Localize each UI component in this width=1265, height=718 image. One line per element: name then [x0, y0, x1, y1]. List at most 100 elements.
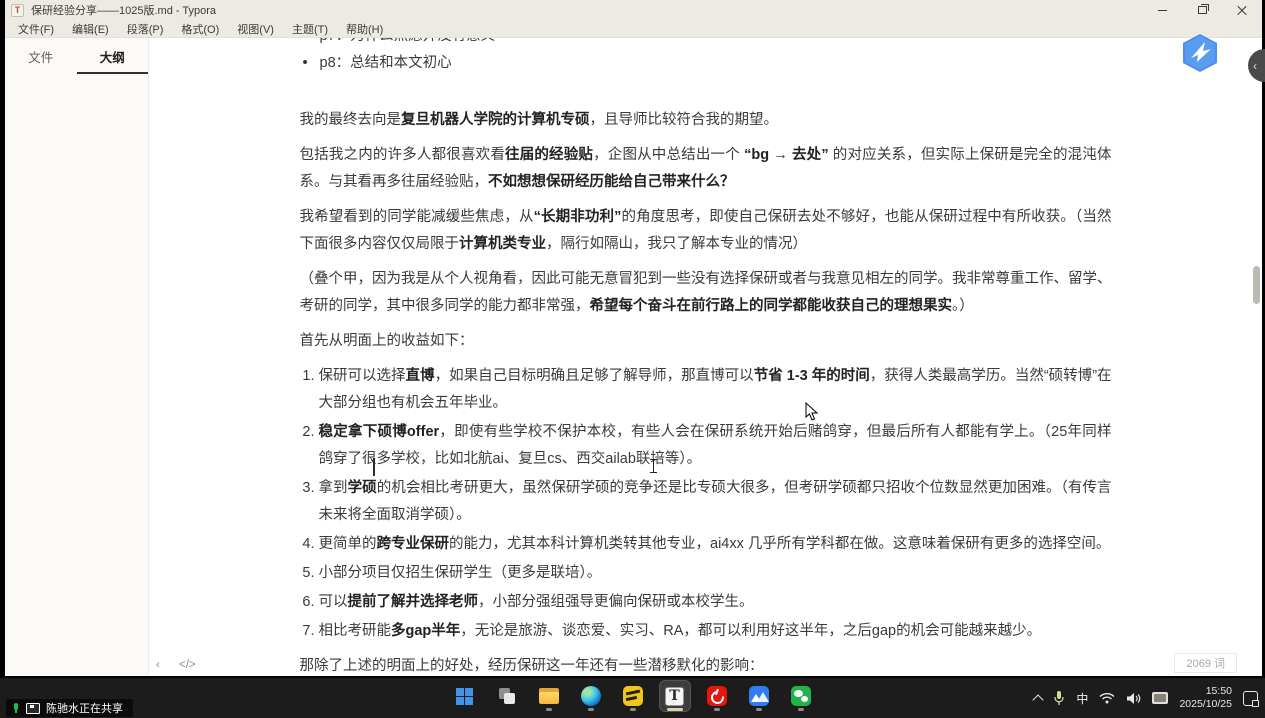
menu-view[interactable]: 视图(V) — [228, 21, 283, 37]
screen-share-icon — [26, 703, 40, 714]
menu-format[interactable]: 格式(O) — [172, 21, 228, 37]
mic-on-icon — [12, 703, 20, 714]
list-item-text: 拿到学硕的机会相比考研更大，虽然保研学硕的竞争还是比专硕大很多，但考研学硕都只招… — [319, 475, 1112, 529]
yellow-app-icon — [623, 686, 643, 706]
list-number: 6. — [300, 589, 315, 616]
list-item[interactable]: 1. 保研可以选择直博，如果自己目标明确且足够了解导师，那直博可以节省 1-3 … — [300, 363, 1112, 417]
bullet-icon — [300, 50, 320, 77]
tray-time: 15:50 — [1179, 685, 1232, 698]
editor-viewport[interactable]: p7：为什么焦虑并没有意义 p8：总结和本文初心 我的最终去向是复旦机器人学院的… — [149, 38, 1262, 676]
list-number: 3. — [300, 475, 315, 529]
screen-sharing-banner: 陈驰水正在共享 — [6, 699, 133, 717]
list-item[interactable]: p7：为什么焦虑并没有意义 — [300, 38, 1112, 50]
list-item[interactable]: 7. 相比考研能多gap半年，无论是旅游、谈恋爱、实习、RA，都可以利用好这半年… — [300, 618, 1112, 645]
list-item-text: 稳定拿下硕博offer，即使有些学校不保护本校，有些人会在保研系统开始后赌鸽穿，… — [319, 419, 1112, 473]
clock[interactable]: 15:50 2025/10/25 — [1179, 685, 1232, 711]
sidebar-toggle-icon[interactable]: ‹ — [156, 659, 160, 671]
list-number: 4. — [300, 531, 315, 558]
list-number: 1. — [300, 363, 315, 417]
typora-app-icon: T — [11, 4, 24, 17]
list-item[interactable]: 2. 稳定拿下硕博offer，即使有些学校不保护本校，有些人会在保研系统开始后赌… — [300, 419, 1112, 473]
restore-icon — [1198, 6, 1207, 14]
list-item[interactable]: p8：总结和本文初心 — [300, 50, 1112, 77]
word-count: 2069 词 — [1174, 653, 1237, 673]
paragraph[interactable]: 包括我之内的许多人都很喜欢看往届的经验贴，企图从中总结出一个 “bg → 去处”… — [300, 142, 1112, 196]
chevron-left-icon: ‹ — [1253, 59, 1257, 73]
minimize-button[interactable] — [1142, 0, 1182, 20]
running-indicator — [756, 708, 762, 711]
sharing-status-text: 陈驰水正在共享 — [46, 700, 123, 716]
bird-logo-icon — [1179, 32, 1221, 74]
paragraph[interactable]: 我的最终去向是复旦机器人学院的计算机专硕，且导师比较符合我的期望。 — [300, 107, 1112, 134]
blue-bird-hexagon-logo[interactable] — [1179, 32, 1221, 74]
list-item[interactable]: 6. 可以提前了解并选择老师，小部分强组强导更偏向保研或本校学生。 — [300, 589, 1112, 616]
list-item[interactable]: 5. 小部分项目仅招生保研学生（更多是联培）。 — [300, 560, 1112, 587]
running-indicator — [714, 708, 720, 711]
list-item-text: p7：为什么焦虑并没有意义 — [320, 38, 496, 50]
menu-help[interactable]: 帮助(H) — [337, 21, 392, 37]
typora-icon: T — [664, 686, 685, 707]
text-caret — [373, 458, 375, 476]
task-view-button[interactable] — [492, 681, 522, 711]
tray-expand-icon[interactable] — [1033, 694, 1044, 705]
running-indicator — [667, 708, 683, 711]
restore-button[interactable] — [1182, 0, 1222, 20]
wifi-icon[interactable] — [1099, 692, 1115, 704]
tray-date: 2025/10/25 — [1179, 698, 1232, 711]
paragraph[interactable]: （叠个甲，因为我是从个人视角看，因此可能无意冒犯到一些没有选择保研或者与我意见相… — [300, 266, 1112, 320]
window-controls — [1142, 0, 1262, 20]
wechat-button[interactable] — [786, 681, 816, 711]
menu-theme[interactable]: 主题(T) — [283, 21, 337, 37]
windows-start-icon — [456, 688, 473, 705]
screen: T 保研经验分享——1025版.md - Typora 文件(F) 编辑(E) … — [0, 0, 1265, 718]
list-number: 7. — [300, 618, 315, 645]
folder-icon — [539, 688, 559, 704]
blue-mountain-app-button[interactable] — [744, 681, 774, 711]
source-code-mode-icon[interactable]: </> — [179, 659, 196, 671]
running-indicator — [588, 708, 594, 711]
menu-paragraph[interactable]: 段落(P) — [118, 21, 173, 37]
list-number: 5. — [300, 560, 315, 587]
list-item-text: 更简单的跨专业保研的能力，尤其本科计算机类转其他专业，ai4xx 几乎所有学科都… — [319, 531, 1112, 558]
microphone-icon[interactable] — [1053, 690, 1065, 706]
netease-music-button[interactable] — [702, 681, 732, 711]
file-explorer-button[interactable] — [534, 681, 564, 711]
menu-file[interactable]: 文件(F) — [9, 21, 63, 37]
edge-browser-button[interactable] — [576, 681, 606, 711]
document-body[interactable]: p7：为什么焦虑并没有意义 p8：总结和本文初心 我的最终去向是复旦机器人学院的… — [300, 38, 1112, 676]
ibeam-cursor — [648, 457, 658, 475]
taskbar-apps: T — [450, 681, 816, 711]
paragraph[interactable]: 首先从明面上的收益如下： — [300, 328, 1112, 355]
running-indicator — [546, 708, 552, 711]
wechat-icon — [791, 686, 811, 706]
typora-taskbar-button[interactable]: T — [660, 681, 690, 711]
running-indicator — [798, 708, 804, 711]
scrollbar-thumb[interactable] — [1253, 266, 1260, 304]
running-indicator — [630, 708, 636, 711]
tab-outline[interactable]: 大纲 — [77, 47, 149, 74]
paragraph[interactable]: 我希望看到的同学能减缓些焦虑，从“长期非功利”的角度思考，即使自己保研去处不够好… — [300, 204, 1112, 258]
tab-files[interactable]: 文件 — [5, 47, 77, 74]
yellow-app-button[interactable] — [618, 681, 648, 711]
list-item-text: 保研可以选择直博，如果自己目标明确且足够了解导师，那直博可以节省 1-3 年的时… — [319, 363, 1112, 417]
list-item-text: p8：总结和本文初心 — [320, 50, 452, 77]
list-item-text: 相比考研能多gap半年，无论是旅游、谈恋爱、实习、RA，都可以利用好这半年，之后… — [319, 618, 1112, 645]
title-bar[interactable]: T 保研经验分享——1025版.md - Typora — [5, 0, 1262, 20]
menu-bar: 文件(F) 编辑(E) 段落(P) 格式(O) 视图(V) 主题(T) 帮助(H… — [5, 20, 1262, 38]
notification-center-icon[interactable] — [1243, 691, 1258, 706]
menu-edit[interactable]: 编辑(E) — [63, 21, 118, 37]
list-item-text: 小部分项目仅招生保研学生（更多是联培）。 — [319, 560, 1112, 587]
screen-share-tray-icon[interactable] — [1152, 692, 1168, 704]
netease-music-icon — [707, 686, 727, 706]
mouse-pointer — [805, 402, 819, 427]
paragraph[interactable]: 那除了上述的明面上的好处，经历保研这一年还有一些潜移默化的影响： — [300, 653, 1112, 676]
volume-icon[interactable] — [1126, 692, 1141, 705]
list-item[interactable]: 4. 更简单的跨专业保研的能力，尤其本科计算机类转其他专业，ai4xx 几乎所有… — [300, 531, 1112, 558]
list-item-text: 可以提前了解并选择老师，小部分强组强导更偏向保研或本校学生。 — [319, 589, 1112, 616]
input-method-icon[interactable]: 中 — [1076, 690, 1088, 707]
start-button[interactable] — [450, 681, 480, 711]
close-icon — [1237, 5, 1247, 15]
close-button[interactable] — [1222, 0, 1262, 20]
list-item[interactable]: 3. 拿到学硕的机会相比考研更大，虽然保研学硕的竞争还是比专硕大很多，但考研学硕… — [300, 475, 1112, 529]
sidebar: 文件 大纲 — [5, 38, 149, 676]
